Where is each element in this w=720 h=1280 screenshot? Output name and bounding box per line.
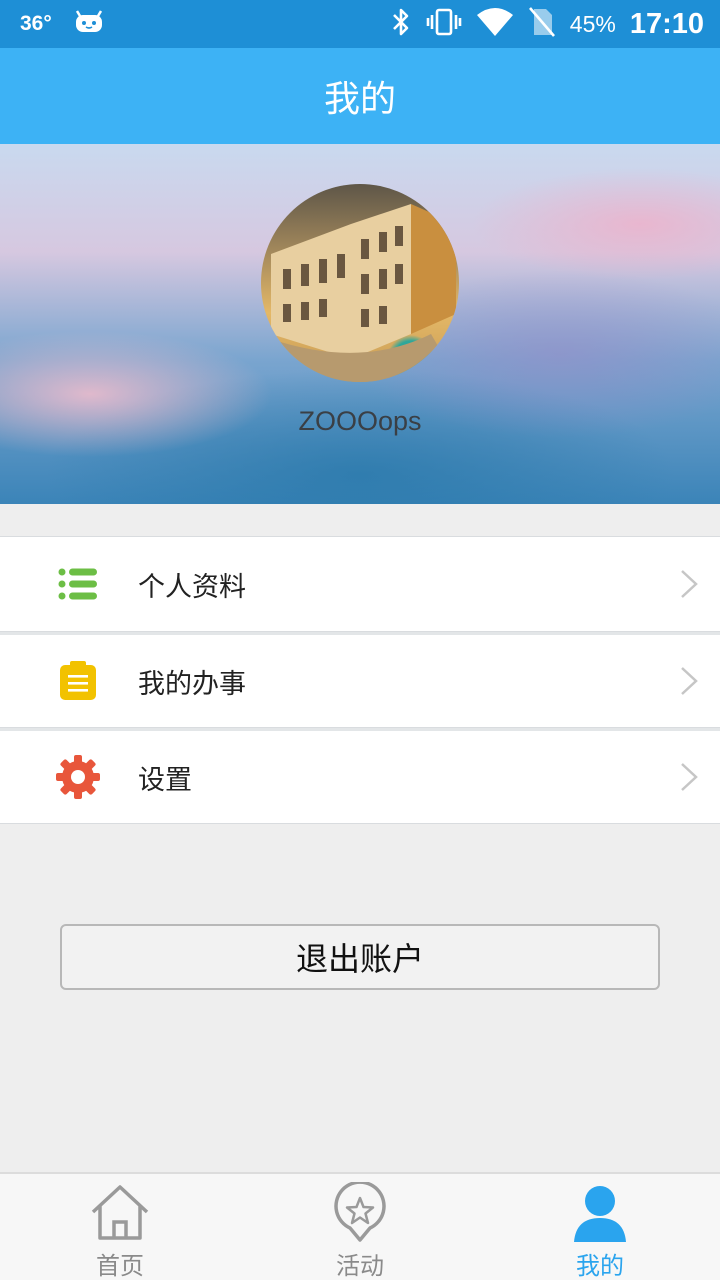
chevron-right-icon — [678, 568, 700, 600]
tab-mine[interactable]: 我的 — [480, 1174, 720, 1280]
gear-icon — [56, 755, 100, 799]
bottom-nav: 首页 活动 我的 — [0, 1172, 720, 1280]
status-bar: 36° 45% 17:10 — [0, 0, 720, 48]
chevron-right-icon — [678, 665, 700, 697]
user-icon — [570, 1182, 630, 1242]
username: ZOOOops — [298, 406, 422, 436]
list-icon — [56, 562, 100, 606]
page-title: 我的 — [323, 79, 396, 120]
tab-label: 首页 — [96, 1252, 144, 1280]
clock-time: 17:10 — [629, 7, 704, 40]
app-notification-icon — [74, 10, 104, 38]
menu-item-settings[interactable]: 设置 — [0, 728, 720, 824]
wifi-icon — [476, 7, 514, 41]
menu-item-label: 我的办事 — [138, 668, 246, 700]
menu-item-label: 个人资料 — [138, 571, 246, 603]
battery-percent: 45% — [569, 10, 616, 37]
star-pin-icon — [330, 1180, 390, 1242]
profile-header: ZOOOops — [0, 144, 720, 504]
tab-label: 活动 — [336, 1252, 384, 1280]
bluetooth-icon — [390, 7, 412, 41]
clipboard-icon — [56, 659, 100, 703]
title-bar: 我的 — [0, 48, 720, 144]
avatar[interactable] — [261, 184, 459, 382]
no-sim-icon — [528, 6, 556, 42]
home-icon — [90, 1182, 150, 1242]
menu-list: 个人资料 我的办事 设置 — [0, 536, 720, 824]
chevron-right-icon — [678, 761, 700, 793]
menu-item-profile[interactable]: 个人资料 — [0, 536, 720, 632]
menu-item-my-affairs[interactable]: 我的办事 — [0, 632, 720, 728]
tab-activity[interactable]: 活动 — [240, 1174, 480, 1280]
logout-button[interactable]: 退出账户 — [60, 924, 660, 990]
tab-label: 我的 — [576, 1252, 624, 1280]
tab-home[interactable]: 首页 — [0, 1174, 240, 1280]
vibrate-icon — [426, 7, 462, 41]
temperature-text: 36° — [20, 12, 52, 35]
menu-item-label: 设置 — [138, 764, 192, 796]
